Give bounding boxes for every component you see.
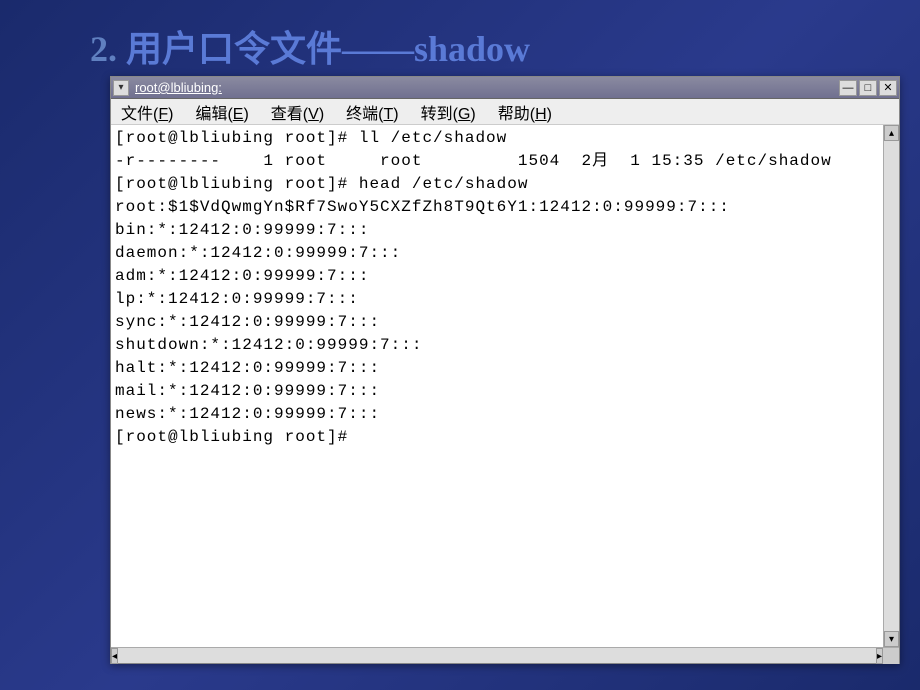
scroll-up-icon[interactable]: ▴ (884, 125, 899, 141)
scroll-corner (883, 648, 899, 664)
scrollbar-vertical[interactable]: ▴ ▾ (883, 125, 899, 647)
terminal-line: [root@lbliubing root]# (115, 426, 879, 449)
terminal-line: -r-------- 1 root root 1504 2月 1 15:35 /… (115, 150, 879, 173)
terminal-body: [root@lbliubing root]# ll /etc/shadow-r-… (111, 125, 899, 647)
close-button[interactable]: ✕ (879, 80, 897, 96)
menu-file[interactable]: 文件(F) (121, 100, 173, 124)
scroll-down-icon[interactable]: ▾ (884, 631, 899, 647)
terminal-line: shutdown:*:12412:0:99999:7::: (115, 334, 879, 357)
terminal-line: root:$1$VdQwmgYn$Rf7SwoY5CXZfZh8T9Qt6Y1:… (115, 196, 879, 219)
slide-number: 2. (90, 29, 117, 69)
scroll-track-v[interactable] (884, 141, 899, 631)
maximize-button[interactable]: □ (859, 80, 877, 96)
menu-goto[interactable]: 转到(G) (421, 100, 476, 124)
terminal-line: [root@lbliubing root]# ll /etc/shadow (115, 127, 879, 150)
scrollbar-horizontal[interactable]: ◂ ▸ (111, 647, 899, 663)
terminal-content[interactable]: [root@lbliubing root]# ll /etc/shadow-r-… (111, 125, 883, 647)
window-controls: — □ ✕ (839, 80, 897, 96)
window-title: root@lbliubing: (133, 80, 839, 95)
window-menu-icon[interactable]: ▾ (113, 80, 129, 96)
menubar: 文件(F) 编辑(E) 查看(V) 终端(T) 转到(G) 帮助(H) (111, 99, 899, 125)
minimize-button[interactable]: — (839, 80, 857, 96)
terminal-line: adm:*:12412:0:99999:7::: (115, 265, 879, 288)
terminal-line: [root@lbliubing root]# head /etc/shadow (115, 173, 879, 196)
terminal-line: news:*:12412:0:99999:7::: (115, 403, 879, 426)
terminal-window: ▾ root@lbliubing: — □ ✕ 文件(F) 编辑(E) 查看(V… (110, 76, 900, 664)
terminal-line: mail:*:12412:0:99999:7::: (115, 380, 879, 403)
menu-edit[interactable]: 编辑(E) (195, 100, 248, 124)
slide-title-text: 用户口令文件——shadow (126, 29, 530, 69)
menu-help[interactable]: 帮助(H) (498, 100, 552, 124)
menu-terminal[interactable]: 终端(T) (346, 100, 398, 124)
terminal-line: lp:*:12412:0:99999:7::: (115, 288, 879, 311)
scroll-left-icon[interactable]: ◂ (111, 648, 118, 664)
window-titlebar[interactable]: ▾ root@lbliubing: — □ ✕ (111, 77, 899, 99)
menu-view[interactable]: 查看(V) (271, 100, 324, 124)
terminal-line: sync:*:12412:0:99999:7::: (115, 311, 879, 334)
terminal-line: halt:*:12412:0:99999:7::: (115, 357, 879, 380)
scroll-track-h[interactable] (118, 648, 876, 663)
terminal-line: daemon:*:12412:0:99999:7::: (115, 242, 879, 265)
scroll-right-icon[interactable]: ▸ (876, 648, 883, 664)
slide-title: 2. 用户口令文件——shadow (90, 20, 530, 72)
terminal-line: bin:*:12412:0:99999:7::: (115, 219, 879, 242)
